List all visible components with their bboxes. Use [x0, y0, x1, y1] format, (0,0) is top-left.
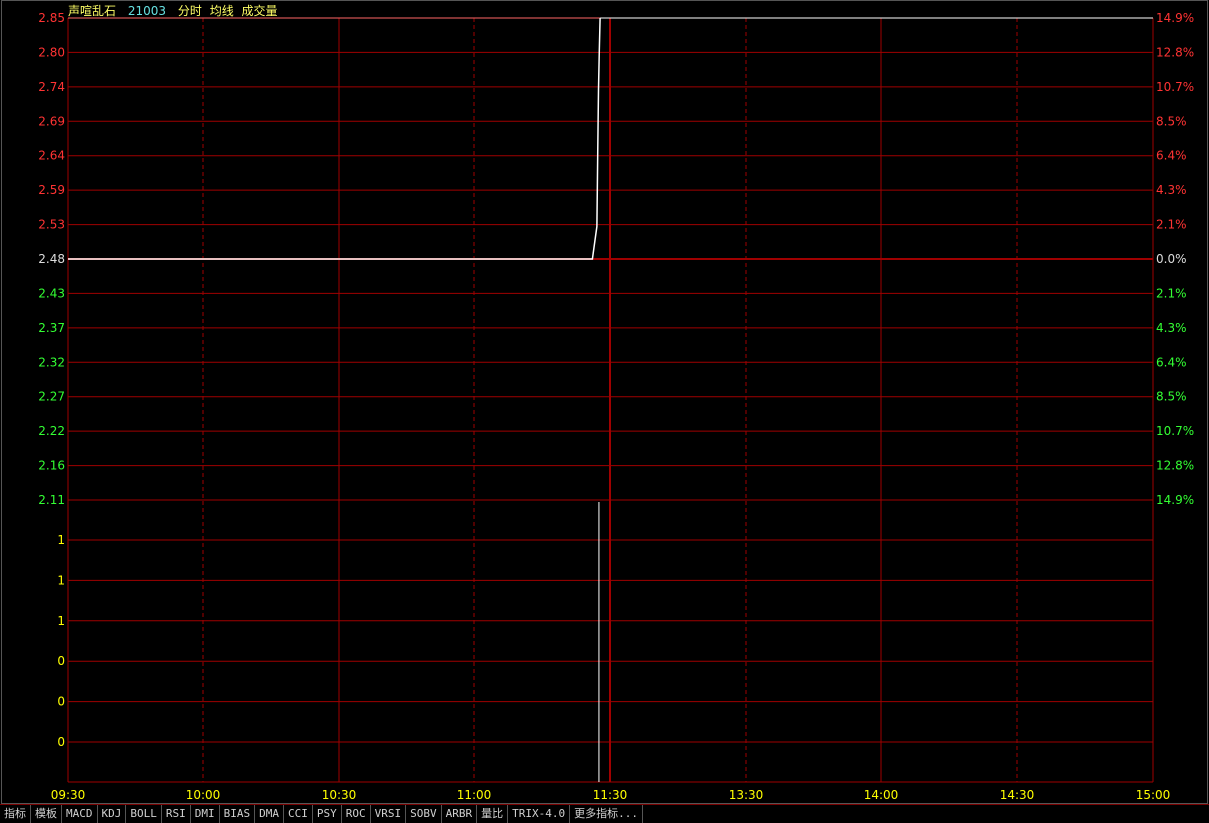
price-line: [68, 17, 601, 260]
volume-tick-label: 0: [57, 654, 65, 668]
price-tick-label: 2.64: [38, 149, 65, 163]
price-tick-label: 2.43: [38, 286, 65, 300]
price-tick-label: 2.48: [38, 252, 65, 266]
percent-tick-label: 6.4%: [1156, 355, 1187, 369]
price-tick-label: 2.11: [38, 493, 65, 507]
price-tick-label: 2.16: [38, 459, 65, 473]
indicator-tab[interactable]: SOBV: [406, 805, 442, 823]
price-tick-label: 2.22: [38, 424, 65, 438]
percent-tick-label: 2.1%: [1156, 218, 1187, 232]
percent-tick-label: 12.8%: [1156, 45, 1194, 59]
indicator-tab[interactable]: CCI: [284, 805, 313, 823]
price-tick-label: 2.80: [38, 45, 65, 59]
volume-tick-label: 0: [57, 695, 65, 709]
chart-labels: 2.85 2.80 2.74 2.69 2.64 2.59 2.53 2.48 2.43 2.37…: [38, 11, 1194, 802]
indicator-tab[interactable]: ARBR: [442, 805, 478, 823]
price-tick-label: 2.69: [38, 114, 65, 128]
percent-tick-label: 8.5%: [1156, 114, 1187, 128]
percent-tick-label: 12.8%: [1156, 459, 1194, 473]
time-tick-label: 11:00: [457, 788, 492, 802]
price-tick-label: 2.74: [38, 80, 65, 94]
volume-tick-label: 1: [57, 533, 65, 547]
chart-header: 声喧乱石 21003 分时 均线 成交量: [68, 2, 282, 19]
tag-volume[interactable]: 成交量: [242, 4, 278, 18]
time-tick-label: 09:30: [51, 788, 86, 802]
volume-tick-label: 0: [57, 735, 65, 749]
intraday-chart[interactable]: 2.85 2.80 2.74 2.69 2.64 2.59 2.53 2.48 2.43 2.37…: [0, 0, 1209, 804]
price-tick-label: 2.59: [38, 183, 65, 197]
indicator-tab[interactable]: DMI: [191, 805, 220, 823]
stock-code: 21003: [127, 4, 167, 18]
volume-tick-label: 1: [57, 614, 65, 628]
price-tick-label: 2.32: [38, 355, 65, 369]
indicator-tab[interactable]: VRSI: [371, 805, 407, 823]
time-tick-label: 15:00: [1136, 788, 1171, 802]
price-tick-label: 2.53: [38, 218, 65, 232]
time-tick-label: 11:30: [593, 788, 628, 802]
percent-tick-label: 10.7%: [1156, 424, 1194, 438]
stock-name: 声喧乱石: [68, 4, 117, 18]
percent-tick-label: 14.9%: [1156, 493, 1194, 507]
indicator-tab[interactable]: RSI: [162, 805, 191, 823]
indicator-tab-bar: 指标 模板 MACD KDJ BOLL RSI DMI BIAS DMA CCI PSY ROC VRS…: [0, 804, 1209, 823]
tag-intraday[interactable]: 分时: [178, 4, 202, 18]
time-tick-label: 10:00: [186, 788, 221, 802]
price-tick-label: 2.37: [38, 321, 65, 335]
indicator-tab[interactable]: TRIX-4.0: [508, 805, 571, 823]
percent-tick-label: 14.9%: [1156, 11, 1194, 25]
volume-tick-label: 1: [57, 573, 65, 587]
time-tick-label: 14:00: [864, 788, 899, 802]
percent-tick-label: 4.3%: [1156, 183, 1187, 197]
indicator-tab[interactable]: PSY: [313, 805, 342, 823]
indicator-tab[interactable]: BOLL: [126, 805, 162, 823]
percent-tick-label: 8.5%: [1156, 390, 1187, 404]
percent-tick-label: 4.3%: [1156, 321, 1187, 335]
indicator-tab[interactable]: MACD: [62, 805, 98, 823]
price-tick-label: 2.27: [38, 390, 65, 404]
tag-average-line[interactable]: 均线: [210, 4, 234, 18]
percent-tick-label: 6.4%: [1156, 149, 1187, 163]
chart-grid: [1, 0, 1208, 804]
indicator-tab[interactable]: ROC: [342, 805, 371, 823]
percent-tick-label: 0.0%: [1156, 252, 1187, 266]
indicator-tab[interactable]: 指标: [0, 805, 31, 823]
percent-tick-label: 10.7%: [1156, 80, 1194, 94]
indicator-tab[interactable]: DMA: [255, 805, 284, 823]
indicator-tab[interactable]: 模板: [31, 805, 62, 823]
indicator-tab[interactable]: 更多指标...: [570, 805, 643, 823]
indicator-tab[interactable]: KDJ: [98, 805, 127, 823]
time-tick-label: 10:30: [322, 788, 357, 802]
time-tick-label: 13:30: [729, 788, 764, 802]
indicator-tab[interactable]: BIAS: [220, 805, 256, 823]
time-tick-label: 14:30: [1000, 788, 1035, 802]
price-tick-label: 2.85: [38, 11, 65, 25]
indicator-tab[interactable]: 量比: [477, 805, 509, 823]
percent-tick-label: 2.1%: [1156, 286, 1187, 300]
